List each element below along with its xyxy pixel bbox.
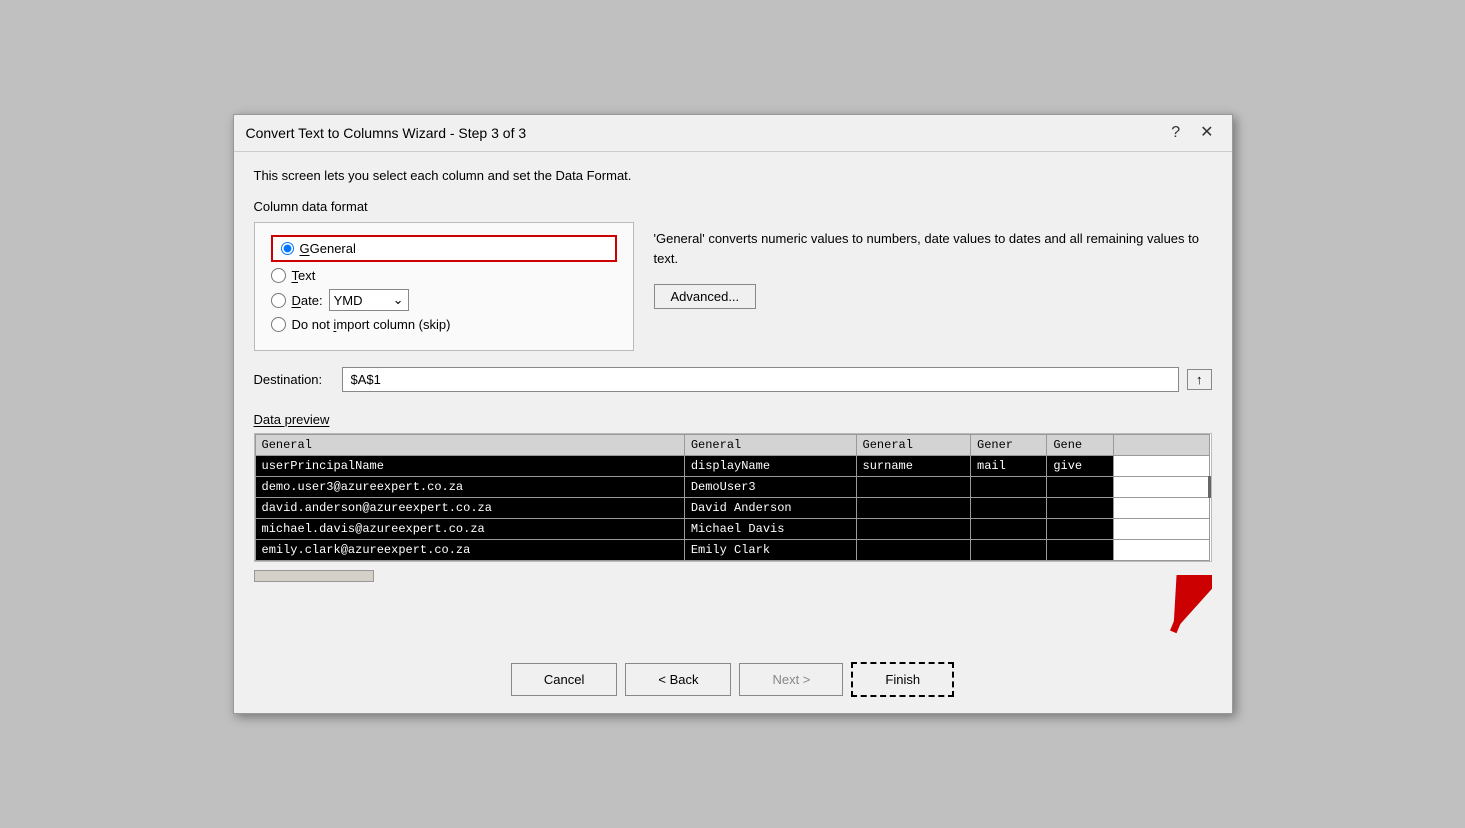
- advanced-button[interactable]: Advanced...: [654, 284, 757, 309]
- help-button[interactable]: ?: [1165, 123, 1186, 143]
- destination-input[interactable]: [342, 367, 1180, 392]
- cell-4-1: michael.davis@azureexpert.co.za: [255, 519, 684, 540]
- cell-2-4: [971, 477, 1047, 498]
- header-col-1: General: [255, 435, 684, 456]
- table-row: david.anderson@azureexpert.co.za David A…: [255, 498, 1209, 519]
- preview-section: Data preview General Gene: [254, 412, 1212, 634]
- date-option-row: Date: YMD ⌄: [271, 289, 617, 311]
- dialog-title: Convert Text to Columns Wizard - Step 3 …: [246, 125, 527, 141]
- general-description: 'General' converts numeric values to num…: [654, 229, 1212, 268]
- cell-4-2: Michael Davis: [684, 519, 856, 540]
- header-col-3: General: [856, 435, 970, 456]
- general-option-row: GGeneral: [271, 235, 617, 262]
- date-dropdown[interactable]: YMD ⌄: [329, 289, 409, 311]
- skip-label[interactable]: Do not import column (skip): [292, 317, 451, 332]
- cell-5-1: emily.clark@azureexpert.co.za: [255, 540, 684, 561]
- horizontal-scrollbar[interactable]: [254, 570, 374, 582]
- cell-1-1: userPrincipalName: [255, 456, 684, 477]
- cell-4-5: [1047, 519, 1114, 540]
- column-format-box: GGeneral Text Date:: [254, 222, 634, 351]
- cell-3-1: david.anderson@azureexpert.co.za: [255, 498, 684, 519]
- cell-2-scroll: [1114, 477, 1209, 498]
- table-row: userPrincipalName displayName surname ma…: [255, 456, 1209, 477]
- cell-5-4: [971, 540, 1047, 561]
- destination-label: Destination:: [254, 372, 334, 387]
- cell-5-5: [1047, 540, 1114, 561]
- cell-2-3: [856, 477, 970, 498]
- button-row: Cancel < Back Next > Finish: [234, 650, 1232, 713]
- general-radio[interactable]: [281, 242, 294, 255]
- date-radio[interactable]: [271, 293, 286, 308]
- destination-collapse-button[interactable]: ↑: [1187, 369, 1212, 390]
- cell-2-1: demo.user3@azureexpert.co.za: [255, 477, 684, 498]
- preview-table: General General General Gener Gene userP…: [255, 434, 1211, 561]
- general-label[interactable]: GGeneral: [300, 241, 356, 256]
- header-col-2: General: [684, 435, 856, 456]
- cell-5-3: [856, 540, 970, 561]
- skip-option-row: Do not import column (skip): [271, 317, 617, 332]
- cell-3-scroll: [1114, 498, 1209, 519]
- cell-1-scroll: [1114, 456, 1209, 477]
- title-bar-right: ? ✕: [1165, 123, 1219, 143]
- layout-row: Column data format GGeneral Text: [254, 199, 1212, 351]
- header-col-5: Gene: [1047, 435, 1114, 456]
- cell-3-4: [971, 498, 1047, 519]
- cell-1-3: surname: [856, 456, 970, 477]
- cell-3-3: [856, 498, 970, 519]
- cell-5-scroll: [1114, 540, 1209, 561]
- cell-4-scroll: [1114, 519, 1209, 540]
- title-bar-left: Convert Text to Columns Wizard - Step 3 …: [246, 125, 527, 141]
- cell-1-5: give: [1047, 456, 1114, 477]
- preview-scrollbar-area: [254, 566, 1212, 582]
- cell-3-5: [1047, 498, 1114, 519]
- column-format-label: Column data format: [254, 199, 634, 214]
- back-button[interactable]: < Back: [625, 663, 731, 696]
- destination-row: Destination: ↑: [254, 367, 1212, 392]
- cell-4-3: [856, 519, 970, 540]
- dialog: Convert Text to Columns Wizard - Step 3 …: [233, 114, 1233, 714]
- next-button[interactable]: Next >: [739, 663, 843, 696]
- table-header-row: General General General Gener Gene: [255, 435, 1209, 456]
- cell-2-2: DemoUser3: [684, 477, 856, 498]
- cell-1-4: mail: [971, 456, 1047, 477]
- dialog-body: This screen lets you select each column …: [234, 152, 1232, 650]
- preview-label: Data preview: [254, 412, 1212, 427]
- header-col-scrollbar: [1114, 435, 1209, 456]
- description-text: This screen lets you select each column …: [254, 168, 1212, 183]
- table-row: emily.clark@azureexpert.co.za Emily Clar…: [255, 540, 1209, 561]
- cell-1-2: displayName: [684, 456, 856, 477]
- finish-button[interactable]: Finish: [851, 662, 954, 697]
- date-label[interactable]: Date:: [292, 293, 323, 308]
- cell-4-4: [971, 519, 1047, 540]
- cell-3-2: David Anderson: [684, 498, 856, 519]
- header-col-4: Gener: [971, 435, 1047, 456]
- table-row: michael.davis@azureexpert.co.za Michael …: [255, 519, 1209, 540]
- table-row: demo.user3@azureexpert.co.za DemoUser3: [255, 477, 1209, 498]
- cell-5-2: Emily Clark: [684, 540, 856, 561]
- cell-2-5: [1047, 477, 1114, 498]
- close-button[interactable]: ✕: [1194, 123, 1219, 143]
- text-radio[interactable]: [271, 268, 286, 283]
- right-panel: 'General' converts numeric values to num…: [654, 199, 1212, 309]
- text-option-row: Text: [271, 268, 617, 283]
- column-format-section: Column data format GGeneral Text: [254, 199, 634, 351]
- skip-radio[interactable]: [271, 317, 286, 332]
- text-label[interactable]: Text: [292, 268, 316, 283]
- preview-table-wrapper: General General General Gener Gene userP…: [254, 433, 1212, 562]
- title-bar: Convert Text to Columns Wizard - Step 3 …: [234, 115, 1232, 152]
- cancel-button[interactable]: Cancel: [511, 663, 617, 696]
